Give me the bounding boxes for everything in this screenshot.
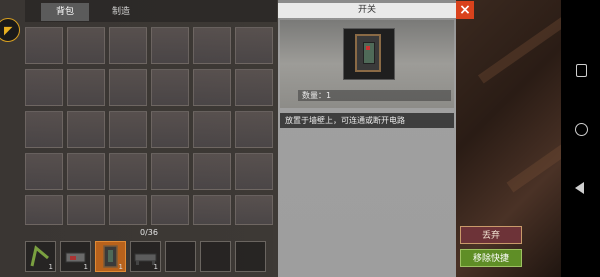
inventory-slot[interactable] <box>193 111 231 148</box>
inventory-slot[interactable] <box>109 69 147 106</box>
hotbar-slot[interactable] <box>200 241 231 272</box>
tab-craft[interactable]: 制造 <box>93 3 149 21</box>
hotbar-slot[interactable]: 1 <box>60 241 91 272</box>
remove-shortcut-button[interactable]: 移除快捷 <box>460 249 522 267</box>
tab-bar: 背包 制造 <box>25 0 277 22</box>
inventory-grid <box>25 27 275 232</box>
inventory-slot[interactable] <box>25 153 63 190</box>
inventory-slot[interactable] <box>193 69 231 106</box>
recents-icon[interactable] <box>576 64 587 77</box>
inventory-slot[interactable] <box>25 111 63 148</box>
back-icon[interactable] <box>575 182 584 194</box>
hotbar-slot[interactable]: 1 <box>130 241 161 272</box>
inventory-slot[interactable] <box>235 153 273 190</box>
inventory-slot[interactable] <box>235 27 273 64</box>
hotbar-slot[interactable]: 1 <box>25 241 56 272</box>
inventory-slot[interactable] <box>109 111 147 148</box>
inventory-slot[interactable] <box>109 195 147 225</box>
inventory-slot[interactable] <box>109 153 147 190</box>
inventory-slot[interactable] <box>67 153 105 190</box>
inventory-slot[interactable] <box>67 27 105 64</box>
inventory-slot[interactable] <box>193 153 231 190</box>
inventory-slot[interactable] <box>193 195 231 225</box>
inventory-slot[interactable] <box>193 27 231 64</box>
discard-button[interactable]: 丢弃 <box>460 226 522 244</box>
inventory-slot[interactable] <box>151 153 189 190</box>
inventory-count: 0/36 <box>140 228 158 237</box>
item-quantity: 数量：1 <box>298 90 451 101</box>
inventory-slot[interactable] <box>25 195 63 225</box>
inventory-slot[interactable] <box>67 111 105 148</box>
system-nav-bar <box>561 0 600 277</box>
detail-title: 开关 <box>278 3 456 18</box>
arrow-icon: ◤ <box>4 24 13 37</box>
item-description: 放置于墙壁上，可连通或断开电路 <box>280 113 454 128</box>
inventory-slot[interactable] <box>235 111 273 148</box>
inventory-slot[interactable] <box>67 69 105 106</box>
home-icon[interactable] <box>575 123 588 136</box>
hotbar-slot-selected[interactable]: 1 <box>95 241 126 272</box>
inventory-slot[interactable] <box>151 27 189 64</box>
inventory-slot[interactable] <box>235 195 273 225</box>
inventory-slot[interactable] <box>25 27 63 64</box>
tab-backpack[interactable]: 背包 <box>41 3 89 21</box>
close-button[interactable]: × <box>456 1 474 19</box>
inventory-slot[interactable] <box>235 69 273 106</box>
inventory-slot[interactable] <box>25 69 63 106</box>
hotbar: 1 1 1 1 <box>25 241 266 273</box>
hotbar-slot[interactable] <box>235 241 266 272</box>
hotbar-slot[interactable] <box>165 241 196 272</box>
inventory-slot[interactable] <box>67 195 105 225</box>
inventory-slot[interactable] <box>109 27 147 64</box>
inventory-slot[interactable] <box>151 195 189 225</box>
switch-indicator <box>366 46 370 50</box>
inventory-slot[interactable] <box>151 111 189 148</box>
inventory-slot[interactable] <box>151 69 189 106</box>
